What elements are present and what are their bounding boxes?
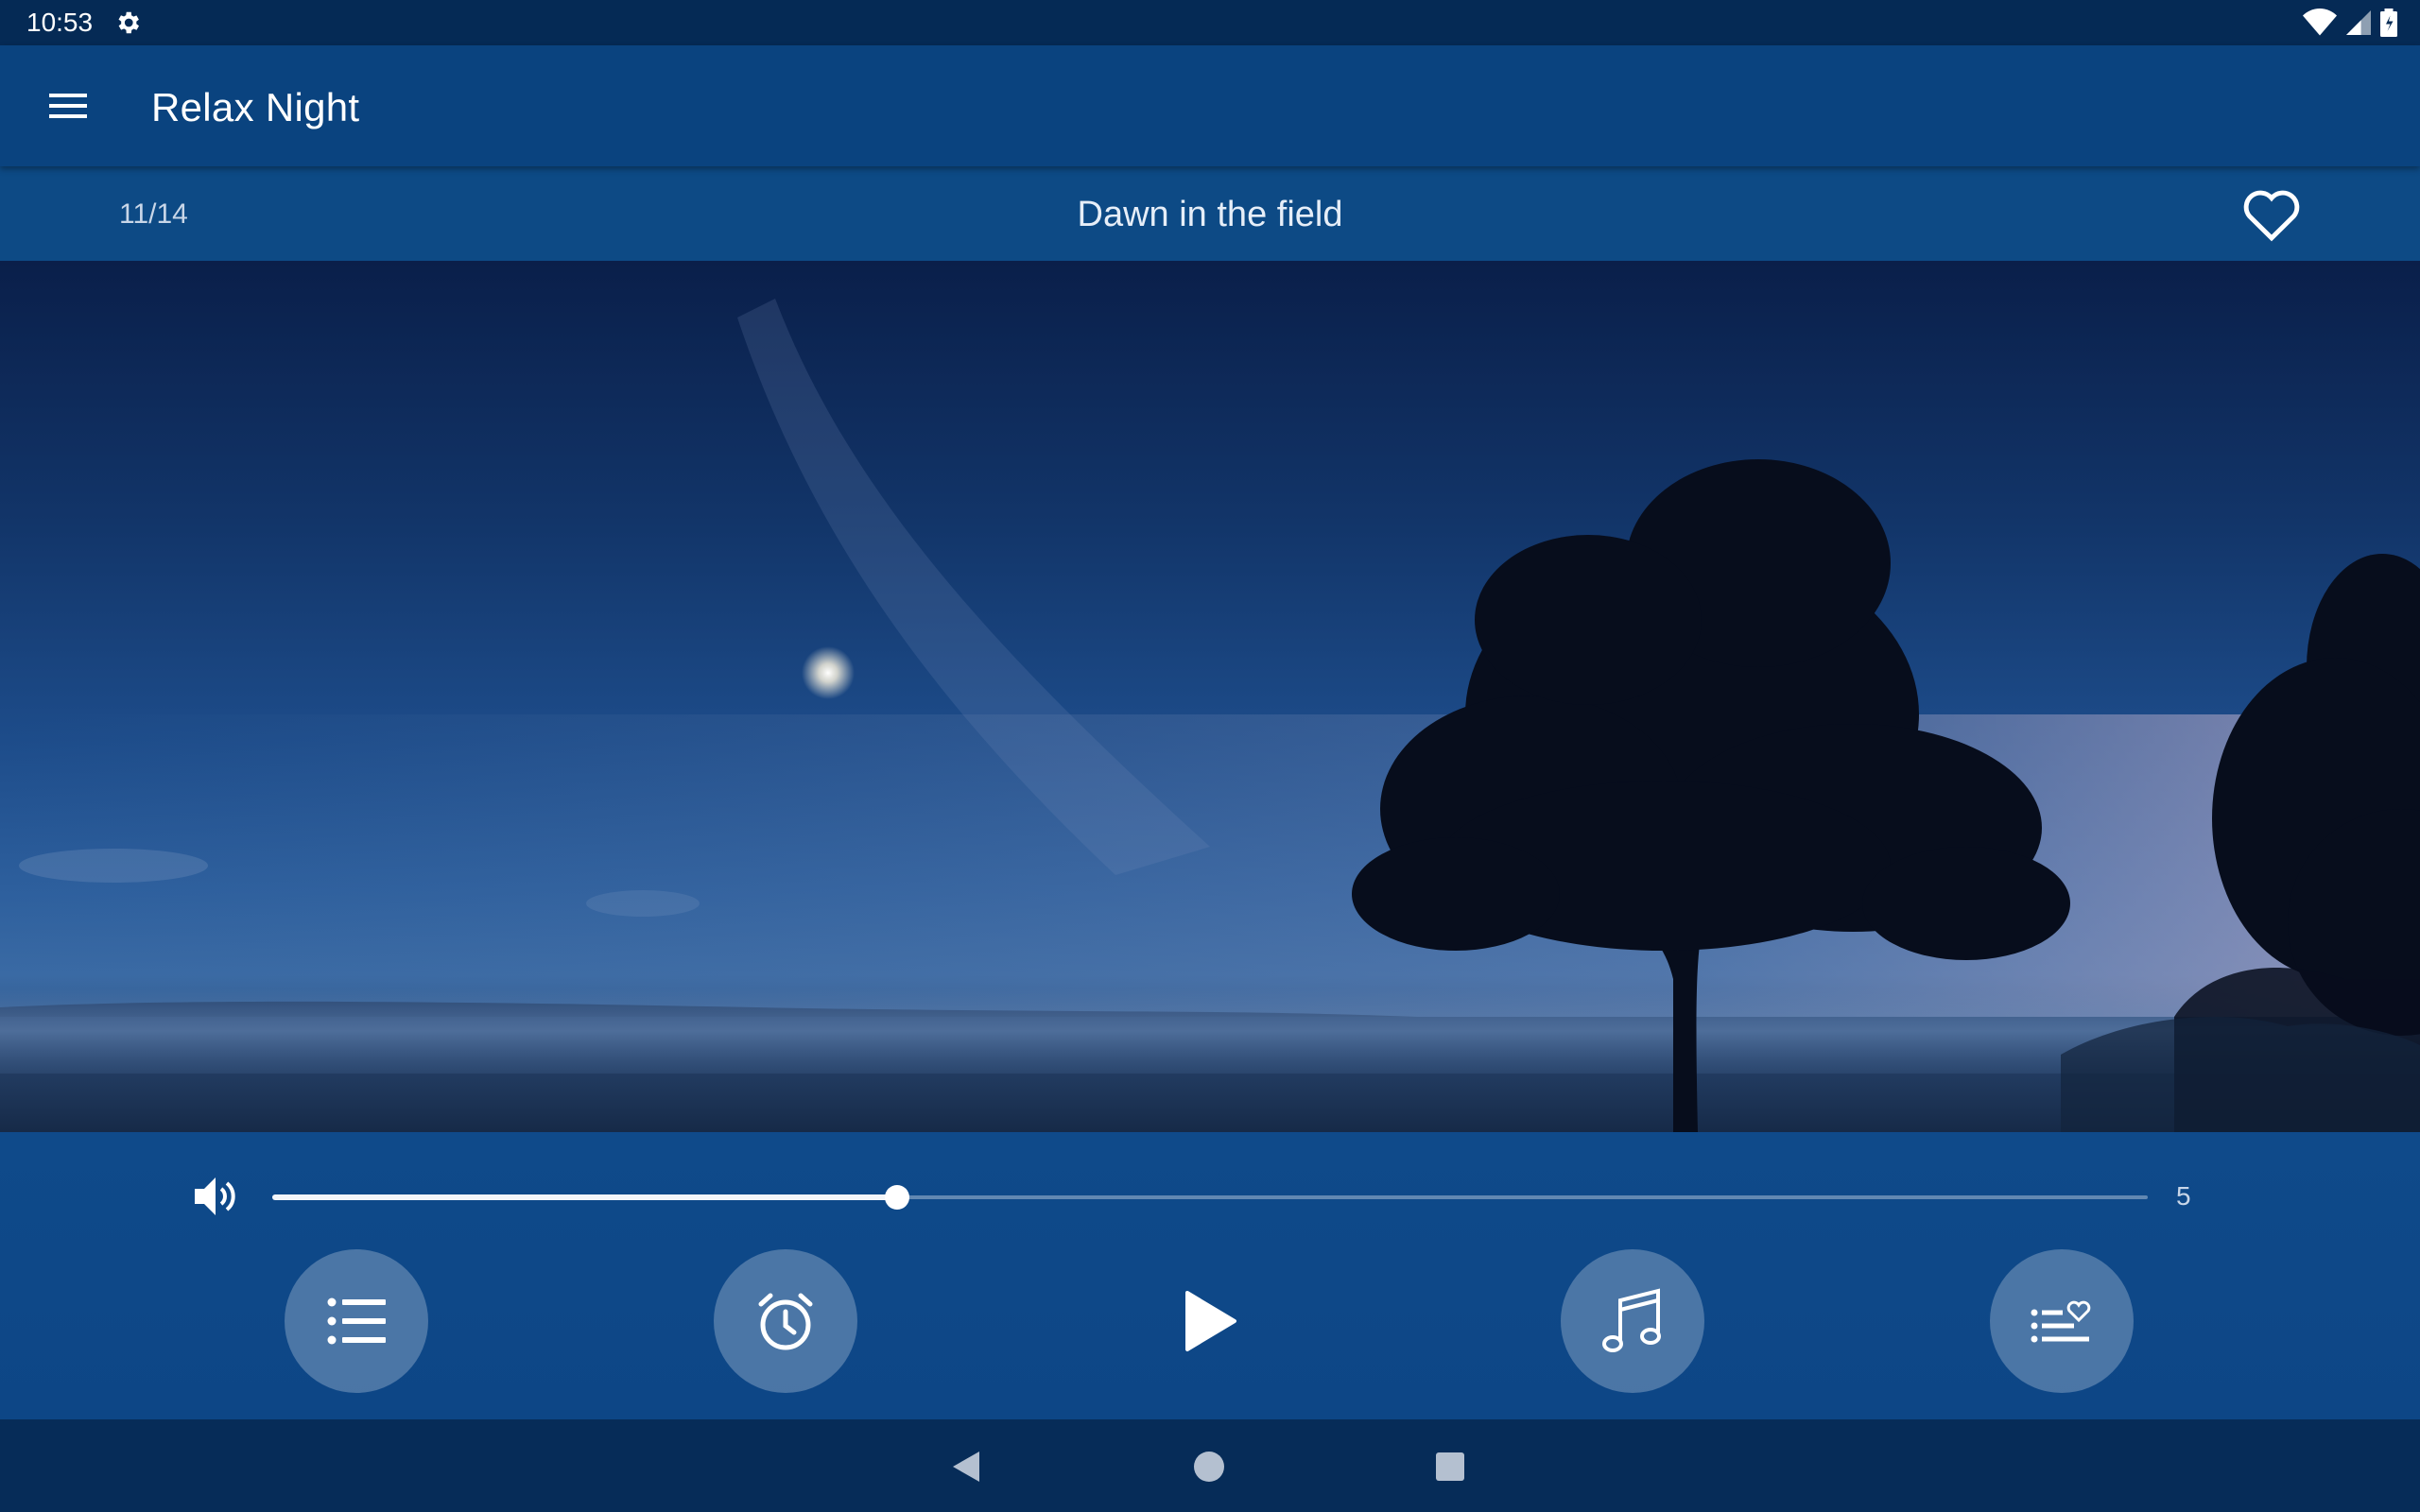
system-nav-bar: [0, 1419, 2420, 1512]
track-title: Dawn in the field: [1077, 195, 1343, 234]
signal-icon: [2346, 10, 2371, 35]
speaker-icon[interactable]: [195, 1176, 240, 1217]
battery-icon: [2380, 9, 2397, 37]
wifi-icon: [2303, 9, 2337, 36]
volume-fill: [272, 1194, 897, 1200]
volume-slider[interactable]: [272, 1185, 2148, 1210]
alarm-clock-icon: [758, 1293, 813, 1350]
heart-outline-icon: [2243, 190, 2300, 242]
play-button[interactable]: [1168, 1255, 1253, 1387]
favorite-button[interactable]: [2240, 185, 2303, 242]
back-triangle-icon[interactable]: [947, 1448, 985, 1486]
status-icons: [2303, 9, 2397, 37]
status-time: 10:53: [26, 8, 94, 37]
volume-value: 5: [2176, 1181, 2191, 1211]
player-controls: 5: [0, 1132, 2420, 1419]
playlist-button[interactable]: [285, 1249, 428, 1393]
status-bar: 10:53: [0, 0, 2420, 45]
home-circle-icon[interactable]: [1194, 1452, 1224, 1482]
volume-thumb[interactable]: [884, 1185, 909, 1210]
music-note-icon: [1602, 1288, 1661, 1352]
scene-image: [0, 261, 2420, 1132]
music-button[interactable]: [1561, 1249, 1704, 1393]
gear-icon: [118, 11, 139, 34]
timer-button[interactable]: [714, 1249, 857, 1393]
play-icon: [1185, 1291, 1236, 1351]
favorites-list-button[interactable]: [1990, 1249, 2134, 1393]
menu-button[interactable]: [38, 76, 98, 136]
track-header: 11/14 Dawn in the field: [0, 166, 2420, 261]
recents-square-icon[interactable]: [1436, 1452, 1464, 1481]
hamburger-menu-icon: [49, 94, 87, 118]
favorites-list-icon: [2031, 1300, 2091, 1343]
night-field-illustration: [0, 299, 2420, 1132]
list-icon: [327, 1297, 386, 1345]
app-bar: Relax Night: [0, 45, 2420, 166]
app-title: Relax Night: [151, 85, 360, 129]
